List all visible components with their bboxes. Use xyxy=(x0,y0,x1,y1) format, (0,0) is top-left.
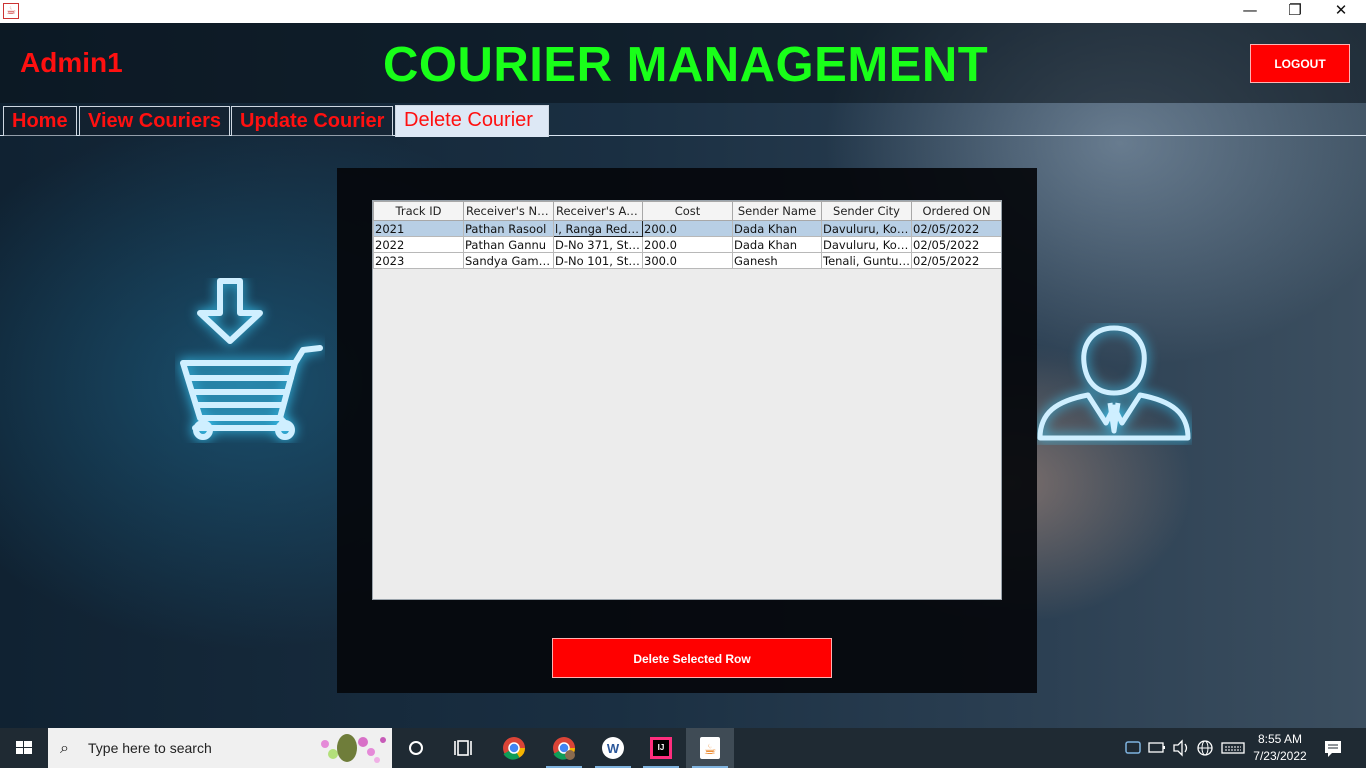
svg-text:W: W xyxy=(607,741,620,756)
column-header-track-id[interactable]: Track ID xyxy=(373,201,464,221)
table-row[interactable]: 2023 Sandya Gamidi D-No 101, Str... 300.… xyxy=(373,252,1001,269)
notifications-icon[interactable] xyxy=(1320,728,1346,768)
table-cell[interactable]: 2023 xyxy=(373,252,464,269)
logout-button[interactable]: LOGOUT xyxy=(1250,44,1350,83)
search-placeholder: Type here to search xyxy=(88,740,212,756)
task-view-icon[interactable] xyxy=(440,728,488,768)
table-cell[interactable]: 300.0 xyxy=(642,252,733,269)
table-cell[interactable]: Davuluru, Koll... xyxy=(821,236,912,253)
table-row[interactable]: 2022 Pathan Gannu D-No 371, Str... 200.0… xyxy=(373,236,1001,253)
column-header-sender-name[interactable]: Sender Name xyxy=(732,201,822,221)
courier-table[interactable]: Track ID Receiver's Na... Receiver's Ad.… xyxy=(372,200,1002,600)
intellij-taskbar-button[interactable]: IJ xyxy=(637,728,685,768)
windows-start-icon[interactable] xyxy=(0,728,48,768)
clock-time: 8:55 AM xyxy=(1257,732,1303,746)
table-cell[interactable]: 02/05/2022 xyxy=(911,220,1001,237)
chrome-profile-icon xyxy=(553,737,575,760)
table-cell[interactable]: 02/05/2022 xyxy=(911,252,1001,269)
shopping-cart-icon xyxy=(180,278,323,440)
taskbar: ⌕ Type here to search W IJ ☕ 8:55 AM 7/2… xyxy=(0,728,1366,768)
column-header-cost[interactable]: Cost xyxy=(642,201,733,221)
table-header-row: Track ID Receiver's Na... Receiver's Ad.… xyxy=(373,201,1001,221)
table-cell[interactable]: Ganesh xyxy=(732,252,822,269)
svg-text:☕: ☕ xyxy=(704,742,717,758)
table-cell[interactable]: Pathan Gannu xyxy=(463,236,554,253)
keyboard-icon[interactable] xyxy=(1220,728,1246,768)
minimize-button[interactable]: — xyxy=(1227,0,1273,23)
volume-icon[interactable] xyxy=(1170,728,1192,768)
table-cell[interactable]: 2021 xyxy=(373,220,464,237)
chrome-profile-taskbar-button[interactable] xyxy=(540,728,588,768)
table-cell[interactable]: D-No 101, Str... xyxy=(553,252,643,269)
tab-update-courier[interactable]: Update Courier xyxy=(231,106,394,136)
table-cell[interactable]: Dada Khan xyxy=(732,220,822,237)
table-cell[interactable]: Davuluru, Koll... xyxy=(821,220,912,237)
network-globe-icon[interactable] xyxy=(1194,728,1216,768)
onedrive-icon[interactable] xyxy=(1122,728,1144,768)
table-cell[interactable]: 2022 xyxy=(373,236,464,253)
column-header-receiver-name[interactable]: Receiver's Na... xyxy=(463,201,554,221)
clock-date: 7/23/2022 xyxy=(1253,749,1307,763)
column-header-ordered-on[interactable]: Ordered ON xyxy=(911,201,1001,221)
cortana-icon[interactable] xyxy=(392,728,440,768)
app-window: Admin1 COURIER MANAGEMENT LOGOUT Home Vi… xyxy=(0,23,1366,728)
table-cell[interactable]: Pathan Rasool xyxy=(463,220,554,237)
table-row[interactable]: 2021 Pathan Rasool l, Ranga Reddy 200.0 … xyxy=(373,220,1001,237)
tab-delete-courier[interactable]: Delete Courier xyxy=(395,105,549,137)
search-highlight-flowers-icon xyxy=(321,734,386,763)
table-cell[interactable]: D-No 371, Str... xyxy=(553,236,643,253)
page-title: COURIER MANAGEMENT xyxy=(383,38,989,92)
taskbar-clock[interactable]: 8:55 AM 7/23/2022 xyxy=(1248,731,1312,765)
table-cell[interactable]: 200.0 xyxy=(642,220,733,237)
svg-text:IJ: IJ xyxy=(658,743,665,752)
admin-username: Admin1 xyxy=(20,47,123,78)
battery-icon[interactable] xyxy=(1146,728,1168,768)
java-taskbar-button[interactable]: ☕ xyxy=(686,728,734,768)
table-cell[interactable]: Tenali, Guntur... xyxy=(821,252,912,269)
word-icon: W xyxy=(602,737,624,759)
word-taskbar-button[interactable]: W xyxy=(589,728,637,768)
search-icon: ⌕ xyxy=(60,738,69,757)
table-cell[interactable]: Dada Khan xyxy=(732,236,822,253)
table-cell[interactable]: l, Ranga Reddy xyxy=(553,220,643,237)
column-header-sender-city[interactable]: Sender City xyxy=(821,201,912,221)
java-app-icon: ☕ xyxy=(3,3,19,19)
java-icon: ☕ xyxy=(700,737,720,759)
close-button[interactable]: ✕ xyxy=(1318,0,1364,23)
tab-view-couriers[interactable]: View Couriers xyxy=(79,106,231,136)
window-titlebar: ☕ — ❐ ✕ xyxy=(0,0,1366,23)
intellij-idea-icon: IJ xyxy=(650,737,672,759)
table-cell[interactable]: 200.0 xyxy=(642,236,733,253)
courier-panel: Track ID Receiver's Na... Receiver's Ad.… xyxy=(337,168,1037,693)
restore-button[interactable]: ❐ xyxy=(1272,0,1318,23)
tab-bar: Home View Couriers Update Courier Delete… xyxy=(0,104,1366,137)
table-cell[interactable]: 02/05/2022 xyxy=(911,236,1001,253)
tab-home[interactable]: Home xyxy=(3,106,77,136)
column-header-receiver-address[interactable]: Receiver's Ad... xyxy=(553,201,643,221)
user-icon xyxy=(1037,325,1191,441)
delete-selected-row-button[interactable]: Delete Selected Row xyxy=(552,638,832,678)
table-cell[interactable]: Sandya Gamidi xyxy=(463,252,554,269)
taskbar-search-box[interactable]: ⌕ Type here to search xyxy=(48,728,392,768)
chrome-icon[interactable] xyxy=(490,728,538,768)
